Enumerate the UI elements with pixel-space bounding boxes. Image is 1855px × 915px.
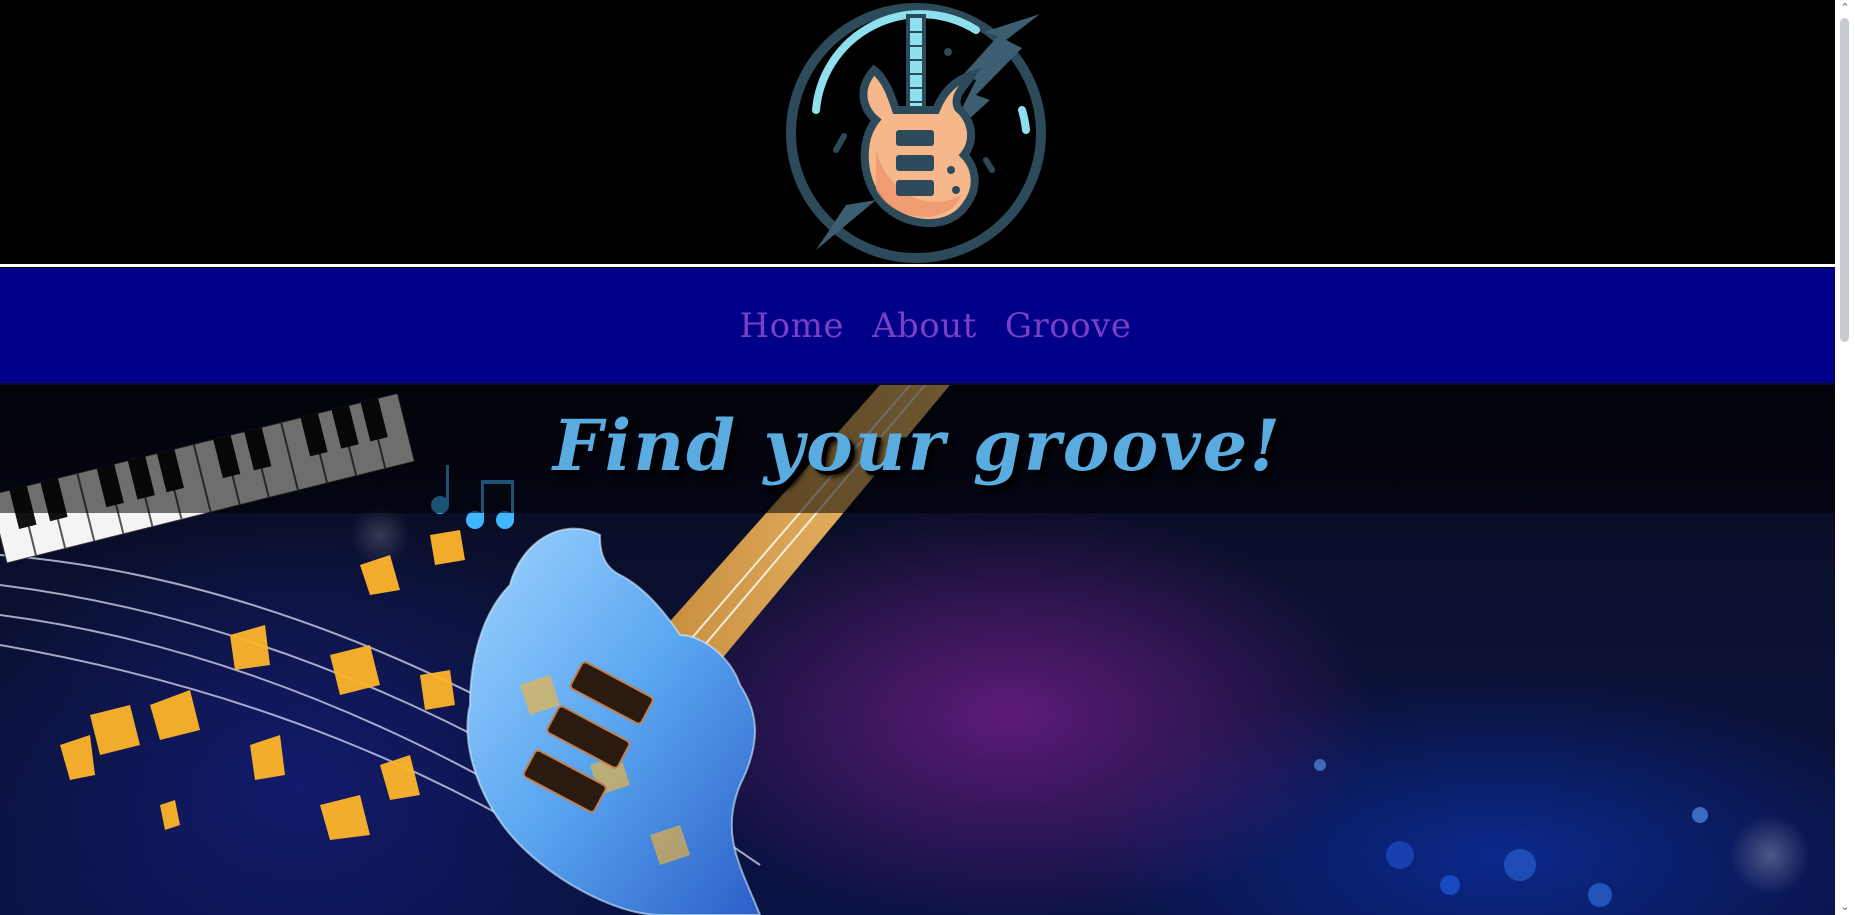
header-divider bbox=[0, 264, 1835, 267]
guitar-logo-icon[interactable] bbox=[776, 0, 1060, 264]
hero-title-banner: Find your groove! bbox=[0, 385, 1835, 513]
hero-title: Find your groove! bbox=[552, 403, 1283, 487]
page-scrollbar[interactable]: ⌃ ⌄ bbox=[1835, 0, 1855, 915]
site-header bbox=[0, 0, 1835, 264]
main-nav: Home About Groove bbox=[0, 268, 1835, 385]
scrollbar-thumb[interactable] bbox=[1840, 18, 1849, 342]
page: Home About Groove Find your groove! ⌃ ⌄ bbox=[0, 0, 1855, 915]
nav-groove-link[interactable]: Groove bbox=[1003, 306, 1134, 346]
hero-section: Find your groove! bbox=[0, 385, 1835, 915]
nav-home-link[interactable]: Home bbox=[737, 306, 845, 346]
chevron-up-icon[interactable]: ⌃ bbox=[1835, 0, 1855, 16]
chevron-down-icon[interactable]: ⌄ bbox=[1835, 899, 1855, 915]
nav-about-link[interactable]: About bbox=[870, 306, 979, 346]
